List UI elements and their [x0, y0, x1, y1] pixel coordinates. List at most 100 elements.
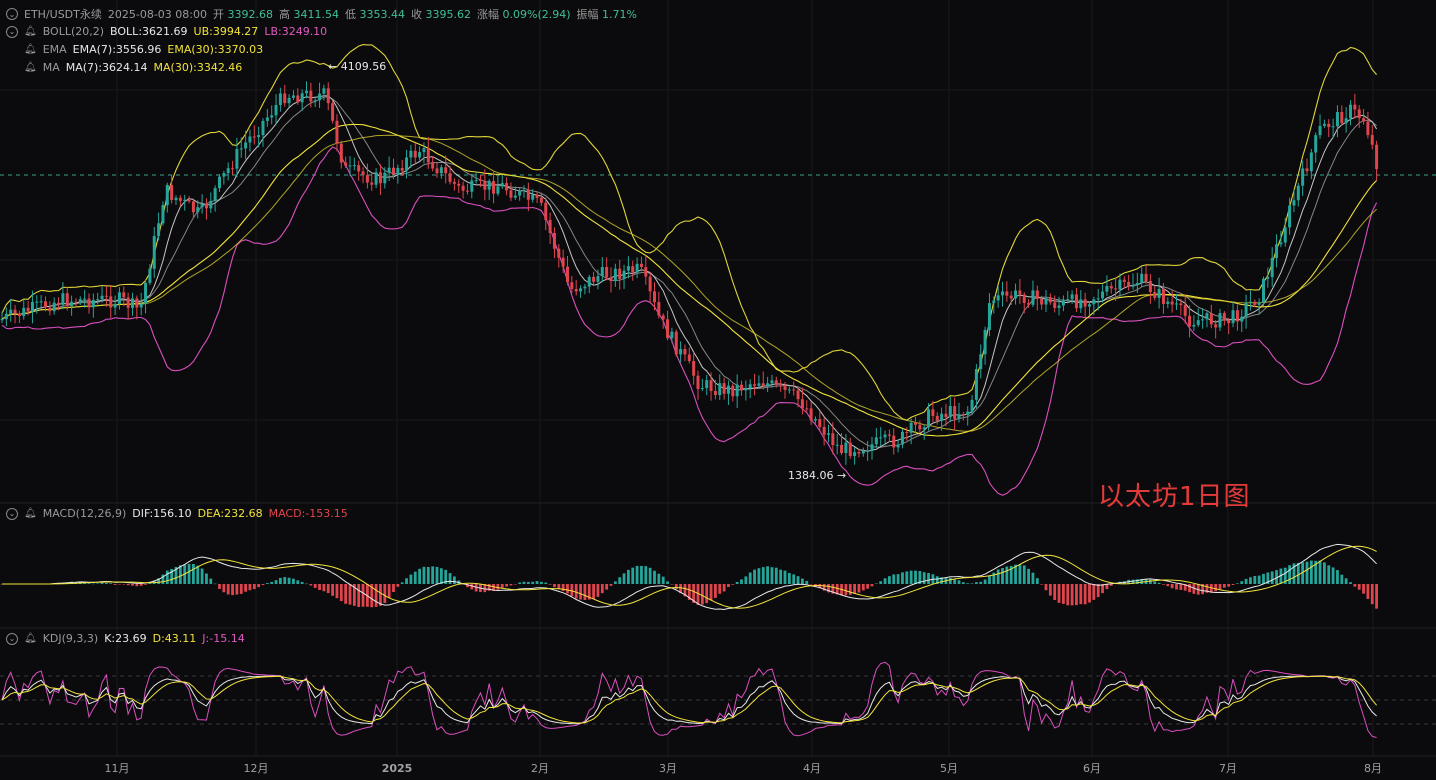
bell-icon[interactable]: 🔔︎	[24, 508, 37, 519]
boll-name[interactable]: BOLL(20,2)	[43, 25, 104, 38]
eye-icon[interactable]: ⌄	[6, 8, 18, 20]
x-tick-label: 3月	[659, 762, 677, 775]
macd-bar	[453, 576, 456, 584]
candle-body	[1331, 126, 1335, 128]
kdj-name[interactable]: KDJ(9,3,3)	[43, 632, 99, 645]
eye-icon[interactable]: ⌄	[6, 25, 18, 38]
candle-body	[574, 289, 578, 292]
candle-body	[1327, 123, 1331, 128]
macd-bar	[357, 584, 361, 607]
candle-body	[318, 93, 322, 101]
macd-bar	[644, 566, 648, 584]
macd-bar	[1366, 584, 1370, 599]
macd-bar	[1344, 578, 1348, 584]
macd-bar	[348, 584, 352, 605]
candle-body	[1209, 313, 1213, 325]
candle-body	[1101, 291, 1105, 299]
candle-body	[1231, 310, 1235, 324]
candle-body	[322, 88, 326, 94]
candle-body	[1253, 301, 1257, 305]
macd-bar	[1349, 582, 1352, 584]
macd-bar	[126, 584, 130, 586]
bell-icon[interactable]: 🔔︎	[24, 62, 37, 73]
candle-body	[605, 266, 609, 278]
candle-body	[1175, 303, 1178, 305]
candle-body	[104, 295, 108, 297]
open-label: 开	[213, 8, 224, 21]
candle-body	[1170, 301, 1174, 305]
macd-bar	[131, 584, 134, 586]
candle-body	[892, 435, 896, 448]
macd-bar	[883, 578, 887, 584]
candle-body	[196, 207, 200, 213]
candle-body	[431, 162, 435, 169]
macd-bar	[566, 584, 569, 594]
macd-dea: DEA:232.68	[197, 507, 263, 520]
macd-bar	[1157, 582, 1161, 584]
candle-body	[70, 301, 74, 307]
candle-body	[1001, 291, 1004, 296]
ma-name[interactable]: MA	[43, 61, 60, 74]
macd-bar	[666, 581, 669, 584]
price-chart[interactable]: 11月 12月 2025 2月 3月 4月 5月 6月 7月 8月	[0, 0, 1436, 780]
candle-body	[448, 173, 452, 182]
macd-bar	[1079, 584, 1083, 605]
candle-body	[291, 95, 295, 98]
macd-bar	[535, 581, 539, 584]
candle-body	[726, 385, 730, 394]
candle-body	[870, 444, 874, 451]
candle-body	[1318, 125, 1322, 136]
eye-icon[interactable]: ⌄	[6, 507, 18, 520]
macd-name[interactable]: MACD(12,26,9)	[43, 507, 127, 520]
bell-icon[interactable]: 🔔︎	[24, 633, 37, 644]
candle-body	[1214, 324, 1218, 328]
candle-body	[239, 148, 243, 150]
bell-icon[interactable]: 🔔︎	[24, 44, 37, 55]
eye-icon[interactable]: ⌄	[6, 632, 18, 645]
candle-body	[370, 182, 374, 185]
macd-bar	[305, 583, 308, 585]
macd-bar	[313, 584, 317, 588]
macd-bar	[1336, 570, 1339, 584]
macd-bar	[583, 584, 587, 601]
macd-bar	[879, 581, 883, 584]
high-value: 3411.54	[293, 8, 340, 21]
macd-bar	[1305, 561, 1309, 584]
macd-bar	[1270, 571, 1274, 584]
datetime-label: 2025-08-03 08:00	[107, 7, 207, 21]
macd-bar	[1253, 575, 1257, 584]
candle-body	[492, 181, 496, 194]
macd-bar	[714, 584, 717, 598]
candle-body	[226, 168, 230, 174]
macd-bar	[522, 581, 526, 584]
candle-body	[326, 88, 330, 104]
macd-bar	[979, 581, 983, 584]
macd-bar	[1048, 584, 1052, 596]
candle-body	[644, 267, 648, 277]
candle-body	[970, 399, 974, 412]
macd-bar	[1231, 584, 1235, 585]
candle-body	[1066, 299, 1070, 301]
macd-bar	[961, 582, 965, 584]
macd-bar	[122, 584, 126, 585]
candle-body	[378, 172, 382, 184]
symbol-label[interactable]: ETH/USDT永续	[24, 6, 102, 22]
boll-upper-line	[1, 44, 1378, 421]
macd-bar	[1062, 584, 1065, 604]
macd-bar	[222, 584, 226, 593]
candle-body	[209, 200, 213, 209]
boll-row: ⌄ 🔔︎ BOLL(20,2) BOLL:3621.69 UB:3994.27 …	[6, 25, 327, 38]
macd-row: ⌄ 🔔︎ MACD(12,26,9) DIF:156.10 DEA:232.68…	[6, 507, 348, 520]
candle-body	[461, 185, 465, 191]
bell-icon[interactable]: 🔔︎	[24, 26, 37, 37]
close-value: 3395.62	[425, 8, 472, 21]
candle-body	[1248, 301, 1252, 303]
macd-bar	[379, 584, 382, 606]
candle-body	[1127, 281, 1131, 287]
candle-body	[987, 303, 991, 331]
candle-body	[1270, 258, 1274, 278]
ema7-value: EMA(7):3556.96	[72, 43, 162, 56]
ema-name[interactable]: EMA	[43, 43, 67, 56]
candle-body	[139, 303, 143, 308]
candle-body	[653, 291, 656, 303]
